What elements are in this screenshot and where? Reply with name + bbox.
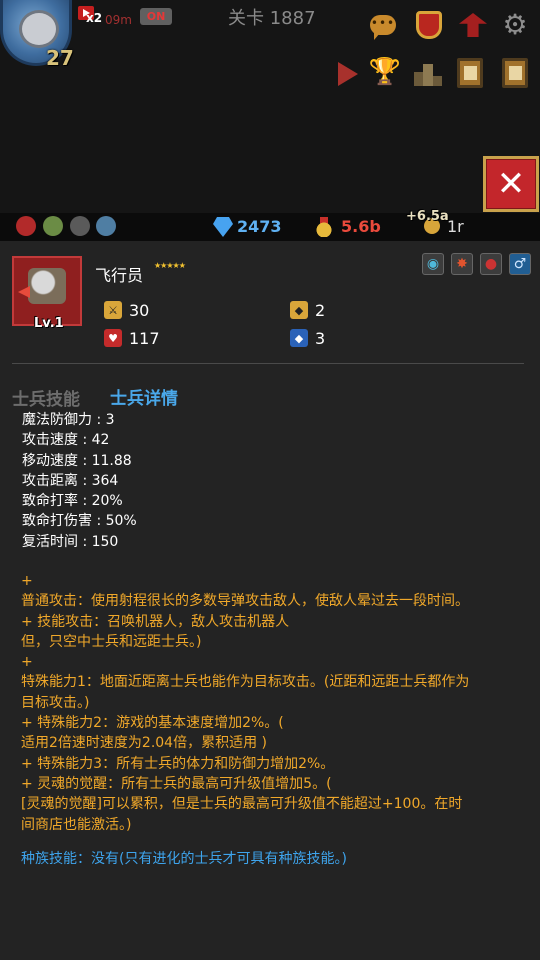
- heart-icon: ♥: [104, 329, 122, 347]
- trophy-icon: 🏆: [368, 57, 402, 87]
- race-skill-text: 种族技能：没有(只有进化的士兵才可具有种族技能。): [21, 851, 347, 867]
- divider: [12, 363, 524, 364]
- guild-button[interactable]: [458, 10, 488, 40]
- hero-avatar-icon[interactable]: [70, 216, 90, 236]
- tab-soldier-details[interactable]: 士兵详情: [110, 384, 178, 409]
- soldier-name: 飞行员: [95, 266, 144, 285]
- gold-count: 5.6b: [341, 217, 381, 236]
- fire-icon: ✸: [456, 256, 468, 272]
- attribute-list: 魔法防御力 : 3 攻击速度 : 42 移动速度 : 11.88 攻击距离 : …: [22, 410, 137, 552]
- attack-stat: ⚔ 30: [104, 300, 149, 320]
- view-button[interactable]: ◉: [422, 253, 444, 275]
- skill-line: 间商店也能激活。): [21, 816, 132, 833]
- gold-medal-icon: [316, 217, 332, 237]
- pilot-icon: [28, 268, 66, 304]
- skill-effect-button[interactable]: ✸: [451, 253, 473, 275]
- soldier-stars: ★★★★★: [154, 261, 186, 270]
- hp-value: 117: [129, 328, 160, 348]
- game-header: 27 x2 09m ON 关卡 1887 ⚙ 🏆 ✕: [0, 0, 540, 213]
- quest-book-icon: [457, 58, 483, 88]
- defense-value: 2: [315, 300, 326, 320]
- attribute-row: 魔法防御力 : 3: [22, 412, 115, 428]
- ranking-button[interactable]: [413, 59, 443, 89]
- shield-icon: ◆: [290, 301, 308, 319]
- hero-avatar-icon[interactable]: [96, 216, 116, 236]
- boost-toggle[interactable]: ON: [140, 8, 172, 25]
- skill-line: 普通攻击：使用射程很长的多数导弹攻击敌人，使敌人晕过去一段时间。: [21, 593, 469, 610]
- skill-description: + 普通攻击：使用射程很长的多数导弹攻击敌人，使敌人晕过去一段时间。 + 技能攻…: [21, 571, 536, 835]
- attribute-row: 致命打伤害 : 50%: [22, 513, 137, 530]
- boost-timer: 09m: [105, 13, 132, 27]
- codex-book-button[interactable]: [500, 58, 530, 88]
- chat-button[interactable]: [368, 10, 398, 40]
- magic-defense-stat: ◆ 3: [290, 328, 325, 348]
- skill-line: + 特殊能力2：游戏的基本速度增加2%。(: [21, 715, 284, 732]
- defense-stat: ◆ 2: [290, 300, 325, 320]
- attribute-row: 攻击速度 : 42: [22, 432, 110, 449]
- close-icon: ✕: [486, 159, 536, 209]
- player-face-icon: [19, 10, 59, 48]
- skill-line: [灵魂的觉醒]可以累积，但是士兵的最高可升级值不能超过+100。在时: [21, 796, 463, 813]
- skill-line: 特殊能力1：地面近距离士兵也能作为目标攻击。(近距和远距士兵都作为: [21, 674, 470, 691]
- resource-bar: 2473 5.6b 1r: [0, 213, 540, 241]
- skill-line: 目标攻击。): [21, 694, 90, 711]
- stage-title: 关卡 1887: [228, 8, 316, 29]
- player-level: 27: [46, 46, 74, 70]
- guild-icon: [459, 13, 487, 37]
- boost-multiplier: x2: [86, 11, 103, 25]
- hp-stat: ♥ 117: [104, 328, 160, 348]
- gender-button[interactable]: ♂: [509, 253, 531, 275]
- skill-line: +: [21, 654, 33, 671]
- tab-soldier-skills[interactable]: 士兵技能: [12, 385, 80, 410]
- sword-icon: ⚔: [104, 301, 122, 319]
- codex-book-icon: [502, 58, 528, 88]
- floating-bonus-text: +6.5a: [406, 209, 449, 224]
- attribute-row: 攻击距离 : 364: [22, 472, 119, 489]
- skill-line: + 特殊能力3：所有士兵的体力和防御力增加2%。: [21, 755, 335, 772]
- attribute-row: 复活时间 : 150: [22, 533, 119, 550]
- magic-defense-value: 3: [315, 328, 326, 348]
- battle-icon: [416, 11, 442, 39]
- battle-button[interactable]: [414, 10, 444, 40]
- skill-line: + 技能攻击：召唤机器人，敌人攻击机器人: [21, 613, 290, 630]
- close-button[interactable]: ✕: [483, 156, 539, 212]
- wing-icon: [18, 286, 30, 298]
- eye-icon: ◉: [426, 256, 440, 272]
- soldier-portrait[interactable]: Lv.1: [12, 256, 82, 331]
- skill-line: + 灵魂的觉醒：所有士兵的最高可升级值增加5。(: [21, 775, 332, 792]
- trophy-button[interactable]: 🏆: [368, 57, 402, 87]
- soldier-level: Lv.1: [34, 316, 64, 331]
- male-icon: ♂: [513, 256, 527, 272]
- settings-button[interactable]: ⚙: [500, 10, 530, 40]
- coin-count: 1r: [447, 217, 464, 236]
- soldier-panel: Lv.1 飞行员 ★★★★★ ◉ ✸ ● ♂ ⚔ 30 ♥ 117 ◆ 2 ◆ …: [0, 241, 540, 960]
- attribute-row: 移动速度 : 11.88: [22, 452, 132, 469]
- magic-shield-icon: ◆: [290, 329, 308, 347]
- gear-icon: ⚙: [502, 8, 528, 41]
- gem-count: 2473: [237, 217, 282, 236]
- quest-book-button[interactable]: [455, 58, 485, 88]
- attribute-row: 致命打率 : 20%: [22, 493, 123, 510]
- character-button[interactable]: ●: [480, 253, 502, 275]
- skill-line: +: [21, 573, 33, 589]
- play-icon: [338, 62, 358, 86]
- ranking-icon: [414, 62, 442, 86]
- gem-icon: [213, 217, 233, 237]
- hero-avatar-icon[interactable]: [43, 216, 63, 236]
- play-button[interactable]: [333, 59, 363, 89]
- skill-line: 但，只空中士兵和远距士兵。): [21, 633, 202, 650]
- attack-value: 30: [129, 300, 150, 320]
- chat-icon: [370, 15, 396, 40]
- skill-line: 适用2倍速时速度为2.04倍，累积适用 ): [21, 735, 267, 752]
- hero-avatar-icon[interactable]: [16, 216, 36, 236]
- character-icon: ●: [484, 256, 498, 272]
